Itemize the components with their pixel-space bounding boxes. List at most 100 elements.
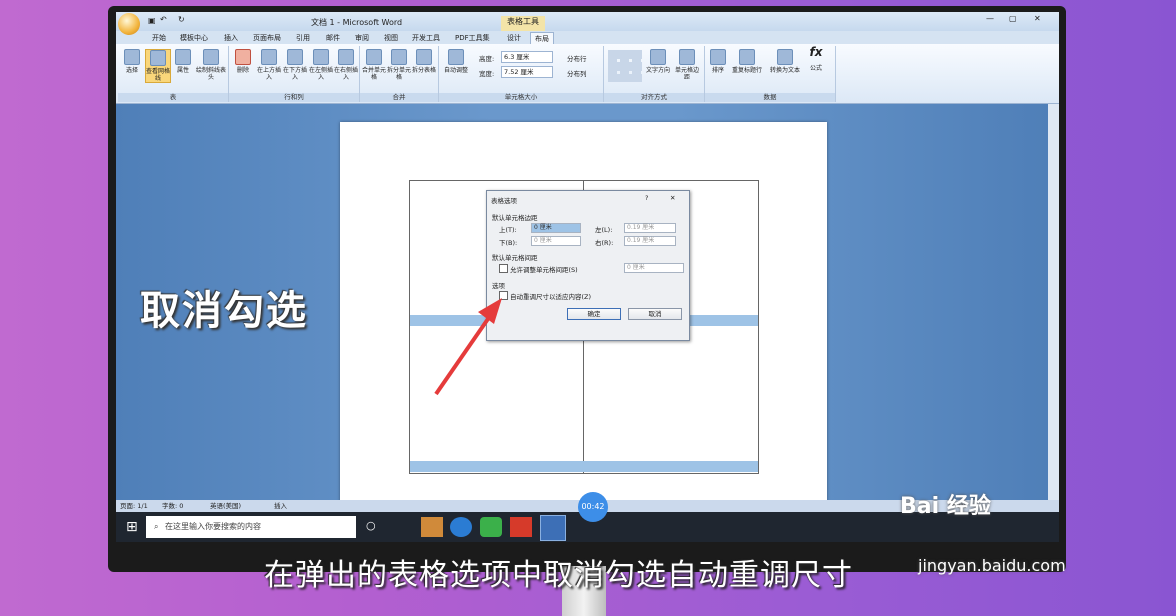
title-bar: ▣ ↶ ↻ 文档 1 - Microsoft Word 表格工具 — ▢ ✕: [116, 12, 1059, 35]
windows-start-icon[interactable]: ⊞: [126, 519, 138, 535]
section-cell-margins: 默认单元格边距: [492, 214, 538, 222]
convert-to-text-button[interactable]: 转换为文本: [767, 49, 803, 74]
insert-below-button[interactable]: 在下方插入: [283, 49, 307, 81]
screen: ▣ ↶ ↻ 文档 1 - Microsoft Word 表格工具 — ▢ ✕ 开…: [116, 12, 1059, 542]
left-margin-label: 左(L):: [595, 226, 613, 234]
group-label-table: 表: [118, 93, 228, 102]
group-data: 排序 重复标题行 转换为文本 fx 公式 数据: [705, 46, 836, 102]
tab-page-layout[interactable]: 页面布局: [253, 32, 281, 44]
cancel-button[interactable]: 取消: [628, 308, 682, 320]
word-count: 字数: 0: [162, 502, 184, 510]
save-icon[interactable]: ▣: [148, 16, 156, 25]
sort-icon: [710, 49, 726, 65]
ribbon-tabs: 开始 模板中心 插入 页面布局 引用 邮件 审阅 视图 开发工具 PDF工具集 …: [116, 31, 1059, 45]
delete-button[interactable]: 删除: [232, 49, 254, 74]
baidu-logo-watermark: Bai 经验: [900, 494, 991, 519]
text-direction-button[interactable]: 文字方向: [644, 49, 672, 74]
office-button[interactable]: [118, 13, 140, 35]
app-icon[interactable]: [421, 517, 443, 537]
split-cells-icon: [391, 49, 407, 65]
section-options: 选项: [492, 282, 505, 290]
dialog-close-button[interactable]: ✕: [670, 194, 675, 202]
minimize-button[interactable]: —: [986, 14, 994, 23]
group-label-data: 数据: [705, 93, 835, 102]
wechat-icon[interactable]: [480, 517, 502, 537]
autofit-label: 自动重调尺寸以适应内容(Z): [510, 293, 592, 301]
split-cells-button[interactable]: 拆分单元格: [387, 49, 411, 81]
tab-home[interactable]: 开始: [152, 32, 166, 44]
allow-spacing-checkbox[interactable]: [499, 264, 508, 273]
vertical-scrollbar[interactable]: [1048, 104, 1059, 500]
ok-button[interactable]: 确定: [567, 308, 621, 320]
sort-button[interactable]: 排序: [707, 49, 729, 74]
delete-table-icon: [235, 49, 251, 65]
allow-spacing-label: 允许调整单元格间距(S): [510, 266, 578, 274]
tab-developer[interactable]: 开发工具: [412, 32, 440, 44]
language[interactable]: 英语(美国): [210, 500, 241, 512]
app-icon[interactable]: [450, 517, 472, 537]
insert-above-button[interactable]: 在上方插入: [257, 49, 281, 81]
cell-margins-icon: [679, 49, 695, 65]
insert-right-button[interactable]: 在右侧插入: [334, 49, 358, 81]
height-input[interactable]: 6.3 厘米: [501, 51, 553, 63]
top-margin-label: 上(T):: [499, 226, 517, 234]
tab-mailings[interactable]: 邮件: [326, 32, 340, 44]
fx-icon: fx: [809, 45, 823, 59]
insert-below-icon: [287, 49, 303, 65]
bottom-margin-input[interactable]: 0 厘米: [531, 236, 581, 246]
tab-pdf[interactable]: PDF工具集: [455, 32, 490, 44]
redo-icon[interactable]: ↻: [178, 15, 185, 24]
tab-templates[interactable]: 模板中心: [180, 32, 208, 44]
width-label: 宽度:: [479, 70, 495, 78]
grid-icon: [150, 50, 166, 66]
view-gridlines-button[interactable]: 查看网格线: [145, 49, 171, 83]
bottom-margin-label: 下(B):: [499, 239, 518, 247]
draw-diagonal-header-button[interactable]: 绘制斜线表头: [196, 49, 226, 81]
group-rows-columns: 删除 在上方插入 在下方插入 在左侧插入 在右侧插入 行和列: [229, 46, 360, 102]
tab-references[interactable]: 引用: [296, 32, 310, 44]
autofit-button[interactable]: 自动调整: [441, 49, 471, 74]
repeat-header-icon: [739, 49, 755, 65]
repeat-header-button[interactable]: 重复标题行: [729, 49, 765, 74]
split-table-button[interactable]: 拆分表格: [412, 49, 436, 74]
help-button[interactable]: ?: [645, 194, 648, 202]
task-view-icon[interactable]: ○: [366, 519, 376, 532]
page-count: 页面: 1/1: [120, 502, 148, 510]
tab-design[interactable]: 设计: [507, 32, 521, 44]
merge-cells-button[interactable]: 合并单元格: [362, 49, 386, 81]
tab-view[interactable]: 视图: [384, 32, 398, 44]
top-margin-input[interactable]: 0 厘米: [531, 223, 581, 233]
overlay-caption-large: 取消勾选: [140, 288, 308, 334]
wps-icon[interactable]: [510, 517, 532, 537]
tab-insert[interactable]: 插入: [224, 32, 238, 44]
restore-button[interactable]: ▢: [1009, 14, 1017, 23]
undo-icon[interactable]: ↶: [160, 15, 167, 24]
insert-left-button[interactable]: 在左侧插入: [309, 49, 333, 81]
group-label-merge: 合并: [360, 93, 438, 102]
distribute-columns-button[interactable]: 分布列: [567, 68, 587, 78]
properties-button[interactable]: 属性: [172, 49, 194, 74]
width-input[interactable]: 7.52 厘米: [501, 66, 553, 78]
height-label: 高度:: [479, 55, 495, 63]
ribbon: 选择 查看网格线 属性 绘制斜线表头 表 删除 在上方插入 在下方插入 在左侧插…: [116, 44, 1059, 104]
cell-margins-button[interactable]: 单元格边距: [674, 49, 700, 81]
spacing-input[interactable]: 0 厘米: [624, 263, 684, 273]
select-button[interactable]: 选择: [121, 49, 143, 74]
autofit-checkbox[interactable]: [499, 291, 508, 300]
group-alignment: 文字方向 单元格边距 对齐方式: [604, 46, 705, 102]
group-merge: 合并单元格 拆分单元格 拆分表格 合并: [360, 46, 439, 102]
insert-mode[interactable]: 插入: [274, 500, 287, 512]
diagonal-table-icon: [203, 49, 219, 65]
word-taskbar-icon[interactable]: [540, 515, 566, 541]
tab-review[interactable]: 审阅: [355, 32, 369, 44]
insert-right-icon: [338, 49, 354, 65]
left-margin-input[interactable]: 0.19 厘米: [624, 223, 676, 233]
table-properties-icon: [175, 49, 191, 65]
distribute-rows-button[interactable]: 分布行: [567, 53, 587, 63]
right-margin-input[interactable]: 0.19 厘米: [624, 236, 676, 246]
window-title: 文档 1 - Microsoft Word: [311, 18, 403, 27]
taskbar-search-input[interactable]: ⌕ 在这里输入你要搜索的内容: [146, 516, 356, 538]
close-button[interactable]: ✕: [1034, 14, 1041, 23]
formula-button[interactable]: fx 公式: [805, 45, 827, 72]
align-grid-icon[interactable]: [608, 50, 642, 82]
